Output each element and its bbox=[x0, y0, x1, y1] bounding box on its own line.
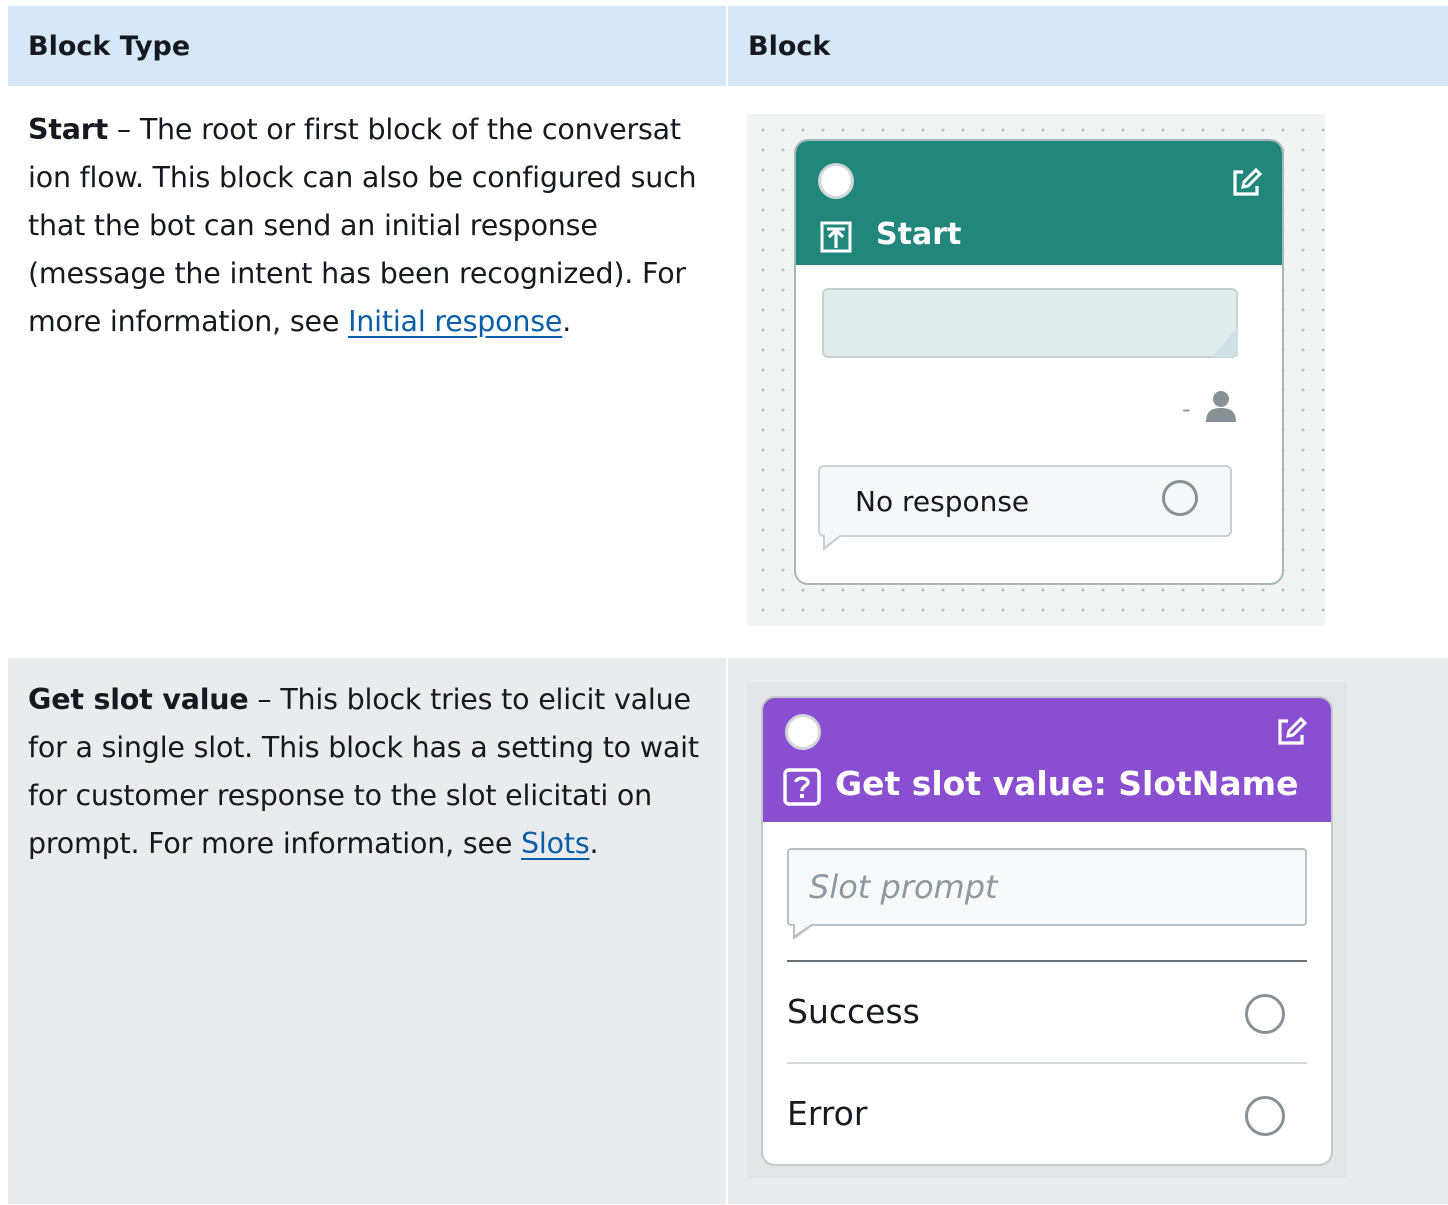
edit-icon[interactable] bbox=[1230, 167, 1262, 199]
divider bbox=[787, 960, 1307, 962]
no-response-label: No response bbox=[855, 485, 1030, 518]
question-icon bbox=[783, 768, 821, 806]
slot-prompt-field[interactable]: Slot prompt bbox=[787, 848, 1307, 926]
block-name-get-slot-value: Get slot value bbox=[28, 683, 249, 716]
initial-message-box[interactable] bbox=[822, 288, 1238, 358]
input-connector-icon[interactable] bbox=[785, 714, 821, 750]
success-output-label: Success bbox=[787, 992, 920, 1031]
column-header-block: Block bbox=[728, 6, 1448, 86]
separator: – bbox=[257, 683, 272, 716]
table-row-start-description-cell: Start – The root or first block of the c… bbox=[8, 86, 726, 658]
start-block-header: Start bbox=[796, 141, 1282, 265]
no-response-bubble-tail-inner bbox=[825, 534, 841, 546]
input-connector-icon[interactable] bbox=[818, 163, 854, 199]
slot-block-title: Get slot value: SlotName bbox=[835, 764, 1299, 803]
slot-block-canvas: Get slot value: SlotName Slot prompt Suc… bbox=[747, 682, 1347, 1178]
slot-description: Get slot value – This block tries to eli… bbox=[28, 676, 708, 868]
trailing-period: . bbox=[562, 305, 572, 338]
slot-prompt-bubble-tail-inner bbox=[795, 923, 813, 935]
start-block-title: Start bbox=[876, 217, 962, 252]
column-header-block-type: Block Type bbox=[8, 6, 726, 86]
initial-response-link[interactable]: Initial response bbox=[348, 305, 562, 338]
table-row-start-block-cell: Start - No response bbox=[728, 86, 1448, 658]
start-icon bbox=[820, 221, 852, 253]
separator: – bbox=[116, 113, 131, 146]
trailing-period: . bbox=[589, 827, 599, 860]
block-name-start: Start bbox=[28, 113, 109, 146]
start-block-canvas: Start - No response bbox=[747, 114, 1325, 626]
no-response-option[interactable]: No response bbox=[818, 465, 1232, 537]
start-description: Start – The root or first block of the c… bbox=[28, 106, 708, 346]
slot-block-header: Get slot value: SlotName bbox=[763, 698, 1331, 822]
user-icon bbox=[1206, 391, 1236, 422]
get-slot-value-block-card[interactable]: Get slot value: SlotName Slot prompt Suc… bbox=[761, 696, 1333, 1166]
error-output-label: Error bbox=[787, 1094, 868, 1133]
no-response-connector-icon[interactable] bbox=[1162, 480, 1198, 516]
user-dash: - bbox=[1182, 395, 1191, 423]
error-connector-icon[interactable] bbox=[1245, 1096, 1285, 1136]
divider bbox=[787, 1062, 1307, 1064]
table-row-slot-description-cell: Get slot value – This block tries to eli… bbox=[8, 658, 726, 1204]
edit-icon[interactable] bbox=[1275, 716, 1307, 748]
success-connector-icon[interactable] bbox=[1245, 994, 1285, 1034]
slots-link[interactable]: Slots bbox=[521, 827, 590, 860]
table-row-slot-block-cell: Get slot value: SlotName Slot prompt Suc… bbox=[728, 658, 1448, 1204]
message-bubble-tail bbox=[1212, 327, 1238, 357]
block-types-table: Block Type Block Start – The root or fir… bbox=[8, 6, 1448, 1204]
start-block-card[interactable]: Start - No response bbox=[794, 139, 1284, 585]
